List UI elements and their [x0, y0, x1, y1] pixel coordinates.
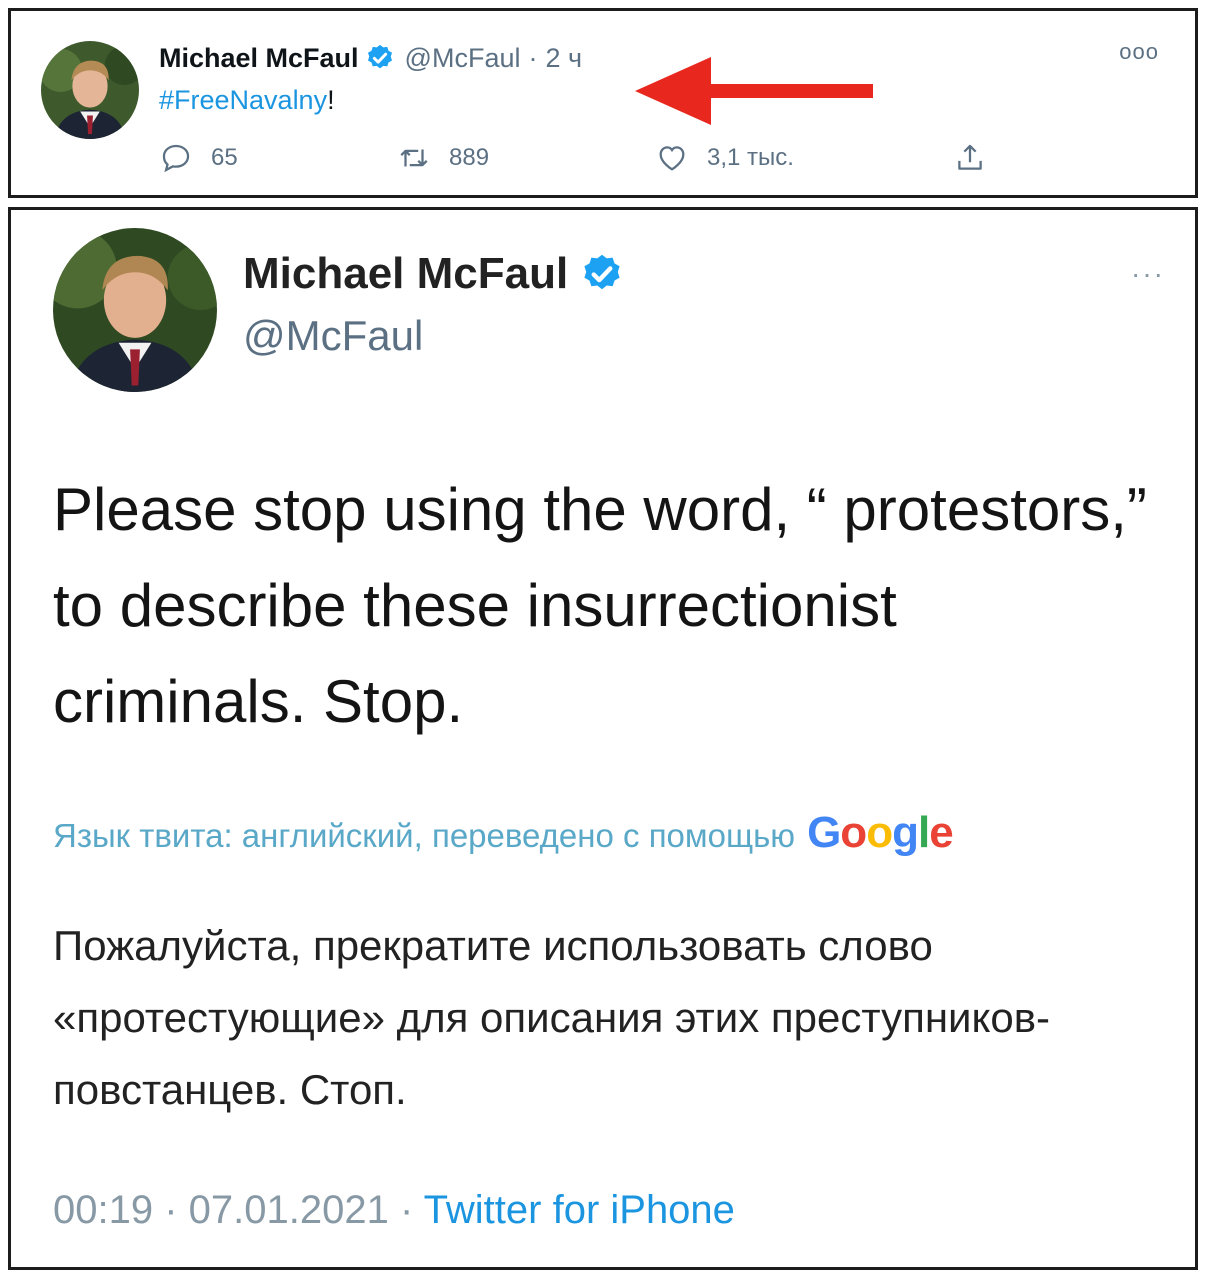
verified-badge-icon: [580, 252, 624, 296]
heart-icon: [659, 146, 685, 171]
avatar[interactable]: [41, 41, 139, 139]
tweet-text: #FreeNavalny!: [159, 83, 335, 117]
tweet-header: Michael McFaul @McFaul · 2 ч: [159, 41, 582, 75]
retweet-icon: [400, 149, 428, 167]
separator-dot: ·: [528, 43, 538, 73]
author-name[interactable]: Michael McFaul: [159, 41, 359, 75]
google-logo: Google: [807, 808, 954, 857]
retweet-button[interactable]: 889: [397, 141, 489, 175]
tweet-timestamp: 00:19 · 07.01.2021 ·: [53, 1188, 414, 1232]
top-tweet-card[interactable]: Michael McFaul @McFaul · 2 ч #FreeNavaln…: [8, 8, 1198, 198]
tweet-source-link: Twitter for iPhone: [423, 1188, 735, 1232]
profile-photo: [41, 41, 139, 139]
verified-badge-icon: [365, 43, 395, 73]
author-name: Michael McFaul: [243, 249, 569, 298]
translation-notice: Язык твита: английский, переведено с пом…: [53, 808, 954, 859]
retweet-count: 889: [449, 144, 490, 171]
translation-notice-text: Язык твита: английский, переведено с пом…: [53, 817, 796, 854]
reply-icon: [162, 144, 190, 173]
tweet-footer: 00:19 · 07.01.2021 · Twitter for iPhone: [53, 1184, 735, 1236]
more-options-icon[interactable]: ooo: [1119, 39, 1159, 65]
profile-photo: [53, 228, 217, 392]
share-icon: [958, 144, 982, 170]
avatar: [53, 228, 217, 392]
like-count: 3,1 тыс.: [707, 144, 794, 171]
more-options-icon: ···: [1131, 258, 1165, 289]
tweet-text: Please stop using the word, “ protestors…: [53, 476, 1147, 735]
reply-button[interactable]: 65: [159, 141, 238, 175]
reply-count: 65: [211, 144, 238, 171]
red-arrow-annotation: [635, 57, 873, 125]
author-handle: @McFaul: [243, 312, 424, 359]
translated-text: Пожалуйста, прекратите использовать слов…: [53, 922, 1050, 1113]
tweet-text-suffix: !: [327, 85, 335, 115]
tweet-actions: 65 889 3,1 тыс.: [159, 141, 1059, 181]
share-button[interactable]: [953, 141, 1005, 175]
tweet-time[interactable]: 2 ч: [545, 41, 582, 75]
author-name-row: Michael McFaul: [243, 248, 634, 300]
hashtag-link[interactable]: #FreeNavalny: [159, 85, 327, 115]
like-button[interactable]: 3,1 тыс.: [655, 141, 794, 175]
bottom-tweet-card: Michael McFaul @McFaul ··· Please stop u…: [8, 207, 1198, 1270]
author-handle[interactable]: @McFaul: [405, 41, 521, 75]
